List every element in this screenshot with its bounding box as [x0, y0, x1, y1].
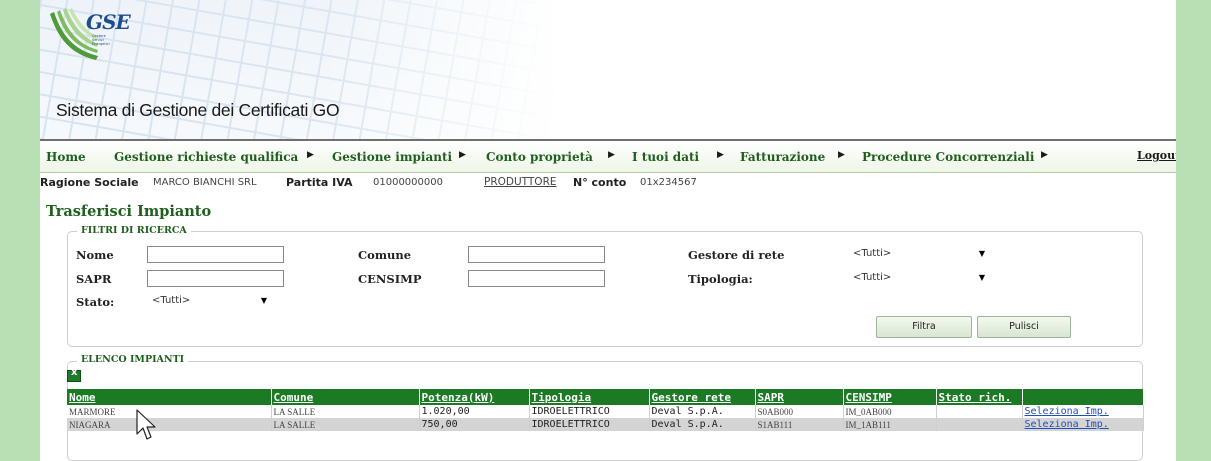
tipologia-label: Tipologia: — [688, 272, 753, 286]
system-title: Sistema di Gestione dei Certificati GO — [56, 100, 340, 120]
column-header-gestore-rete[interactable]: Gestore rete — [649, 389, 756, 405]
menu-arrow-icon: ▶ — [459, 150, 466, 160]
cell-stato — [936, 405, 1023, 418]
stato-select-value: <Tutti> — [152, 295, 191, 306]
tipologia-select[interactable]: <Tutti> ▼ — [848, 270, 989, 287]
comune-label: Comune — [358, 248, 412, 262]
column-header-sapr[interactable]: SAPR — [755, 389, 844, 405]
column-header-tipologia[interactable]: Tipologia — [529, 389, 650, 405]
cell-sapr: S0AB000 — [755, 405, 844, 418]
menu-item-home[interactable]: Home — [46, 150, 86, 164]
conto-label: N° conto — [573, 176, 627, 189]
dropdown-caret-icon: ▼ — [260, 296, 267, 305]
seleziona-imp-link[interactable]: Seleziona Imp. — [1022, 405, 1144, 418]
column-header-comune[interactable]: Comune — [271, 389, 420, 405]
censimp-label: CENSIMP — [358, 272, 422, 286]
censimp-input[interactable] — [468, 270, 605, 287]
cell-potenza: 750,00 — [419, 418, 530, 431]
cell-comune: LA SALLE — [271, 405, 420, 418]
table-header-row: Nome Comune Potenza(kW) Tipologia Gestor… — [67, 389, 1144, 405]
gestore-di-rete-select[interactable]: <Tutti> ▼ — [848, 246, 989, 263]
cell-potenza: 1.020,00 — [419, 405, 530, 418]
tipologia-select-value: <Tutti> — [853, 272, 892, 283]
stato-select[interactable]: <Tutti> ▼ — [147, 293, 271, 310]
filtra-button[interactable]: Filtra — [876, 316, 972, 338]
gestore-di-rete-label: Gestore di rete — [688, 248, 785, 262]
page: GSE Gestore Servizi Energetici Sistema d… — [40, 0, 1176, 461]
pulisci-button[interactable]: Pulisci — [977, 316, 1071, 338]
dropdown-caret-icon: ▼ — [978, 273, 985, 282]
menu-item-conto-proprieta[interactable]: Conto proprietà — [486, 150, 593, 164]
page-title: Trasferisci Impianto — [46, 203, 212, 220]
cell-nome: NIAGARA — [67, 418, 272, 431]
menu-arrow-icon: ▶ — [608, 150, 615, 160]
cell-gestore: Deval S.p.A. — [649, 418, 756, 431]
cell-tipologia: IDROELETTRICO — [529, 418, 650, 431]
column-header-censimp[interactable]: CENSIMP — [843, 389, 937, 405]
ragione-sociale-value: MARCO BIANCHI SRL — [153, 177, 257, 188]
menu-arrow-icon: ▶ — [838, 150, 845, 160]
mouse-cursor-icon — [136, 409, 156, 440]
nome-input[interactable] — [147, 246, 284, 263]
dropdown-caret-icon: ▼ — [978, 249, 985, 258]
list-legend: ELENCO IMPIANTI — [77, 354, 189, 365]
menu-item-gestione-richieste-qualifica[interactable]: Gestione richieste qualifica — [114, 150, 298, 164]
cell-nome: MARMORE — [67, 405, 272, 418]
table-row[interactable]: MARMORE LA SALLE 1.020,00 IDROELETTRICO … — [67, 405, 1144, 418]
main-menu: Home Gestione richieste qualifica ▶ Gest… — [40, 141, 1176, 173]
seleziona-imp-link[interactable]: Seleziona Imp. — [1022, 418, 1144, 431]
column-header-action — [1022, 389, 1144, 405]
menu-item-i-tuoi-dati[interactable]: I tuoi dati — [632, 150, 699, 164]
cell-comune: LA SALLE — [271, 418, 420, 431]
header-banner: GSE Gestore Servizi Energetici Sistema d… — [40, 0, 1176, 140]
menu-arrow-icon: ▶ — [717, 150, 724, 160]
impianti-table: Nome Comune Potenza(kW) Tipologia Gestor… — [67, 389, 1144, 431]
gestore-select-value: <Tutti> — [853, 248, 892, 259]
logo-subtext: Gestore Servizi Energetici — [92, 34, 110, 46]
cell-censimp: IM_0AB000 — [843, 405, 937, 418]
stato-label: Stato: — [76, 295, 115, 309]
nome-label: Nome — [76, 248, 114, 262]
ragione-sociale-label: Ragione Sociale — [40, 176, 139, 189]
column-header-nome[interactable]: Nome — [67, 389, 272, 405]
cell-stato — [936, 418, 1023, 431]
menu-arrow-icon: ▶ — [307, 150, 314, 160]
logo-text: GSE — [86, 10, 131, 34]
menu-item-gestione-impianti[interactable]: Gestione impianti — [332, 150, 452, 164]
role-link[interactable]: PRODUTTORE — [484, 176, 557, 188]
conto-value: 01x234567 — [640, 177, 697, 188]
sapr-label: SAPR — [76, 272, 112, 286]
comune-input[interactable] — [468, 246, 605, 263]
cell-gestore: Deval S.p.A. — [649, 405, 756, 418]
menu-item-procedure-concorrenziali[interactable]: Procedure Concorrenziali — [862, 150, 1034, 164]
partita-iva-value: 01000000000 — [373, 177, 443, 188]
cell-tipologia: IDROELETTRICO — [529, 405, 650, 418]
column-header-potenza[interactable]: Potenza(kW) — [419, 389, 530, 405]
partita-iva-label: Partita IVA — [286, 176, 353, 189]
menu-item-fatturazione[interactable]: Fatturazione — [740, 150, 825, 164]
table-row[interactable]: NIAGARA LA SALLE 750,00 IDROELETTRICO De… — [67, 418, 1144, 431]
filters-legend: FILTRI DI RICERCA — [77, 225, 191, 236]
excel-export-icon[interactable] — [67, 367, 81, 382]
cell-sapr: S1AB111 — [755, 418, 844, 431]
menu-arrow-icon: ▶ — [1041, 150, 1048, 160]
logout-link[interactable]: Logout — [1137, 149, 1176, 162]
sapr-input[interactable] — [147, 270, 284, 287]
column-header-stato-rich[interactable]: Stato rich. — [936, 389, 1023, 405]
cell-censimp: IM_1AB111 — [843, 418, 937, 431]
